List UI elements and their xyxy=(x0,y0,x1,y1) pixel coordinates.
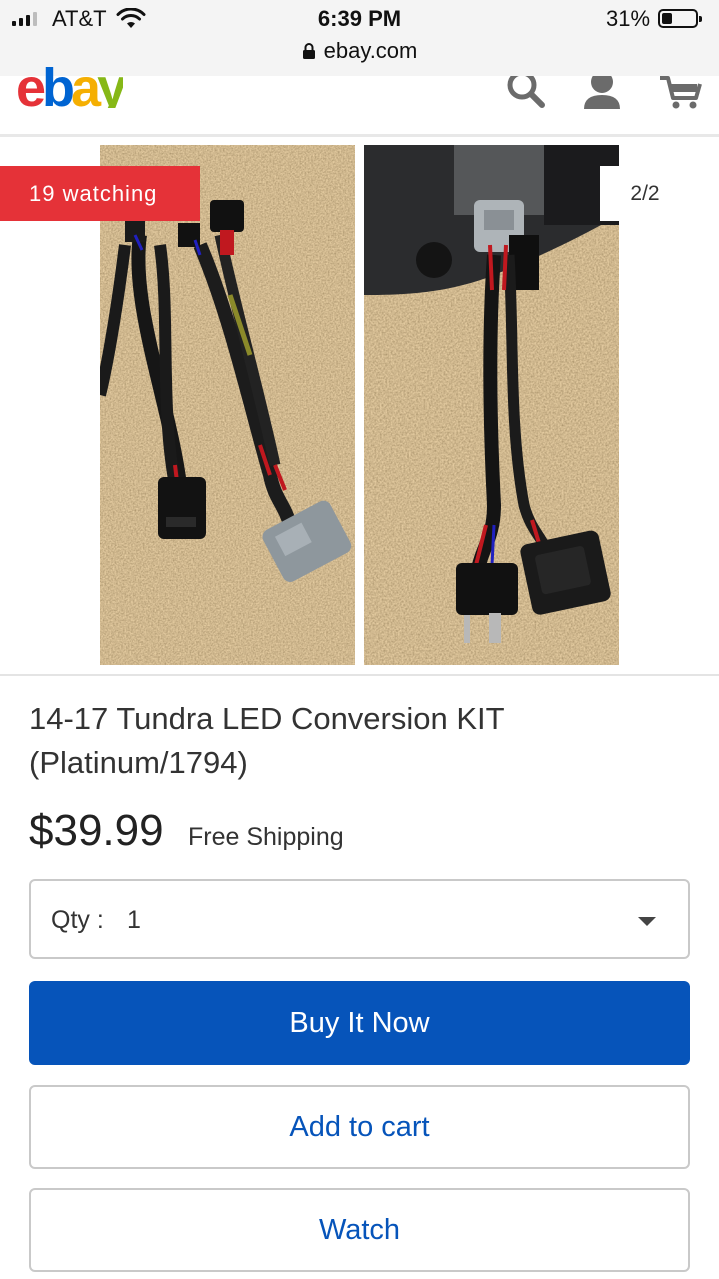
quantity-select[interactable]: Qty : 1 xyxy=(29,879,690,959)
watching-badge: 19 watching xyxy=(0,166,200,221)
quantity-label: Qty : xyxy=(51,906,104,934)
logo-letter-y: y xyxy=(97,60,124,108)
battery-level xyxy=(662,13,672,24)
wiring-harness-image xyxy=(100,145,355,665)
account-icon[interactable] xyxy=(580,76,624,110)
product-title: 14-17 Tundra LED Conversion KIT (Platinu… xyxy=(29,701,505,780)
product-photo-1[interactable] xyxy=(100,145,355,665)
product-photo-2[interactable] xyxy=(364,145,619,665)
chevron-down-icon xyxy=(638,917,656,926)
logo-letter-b: b xyxy=(42,60,75,108)
url-text: ebay.com xyxy=(323,38,418,63)
cart-icon[interactable] xyxy=(658,76,704,110)
add-to-cart-button[interactable]: Add to cart xyxy=(29,1085,690,1169)
watch-button[interactable]: Watch xyxy=(29,1188,690,1272)
logo-letter-e: e xyxy=(16,60,46,108)
installed-harness-image xyxy=(364,145,619,665)
lock-icon xyxy=(302,43,315,59)
logo-letter-a: a xyxy=(71,60,101,108)
search-icon[interactable] xyxy=(505,76,547,108)
image-gallery[interactable]: 19 watching 2/2 xyxy=(0,137,719,676)
product-price: $39.99 xyxy=(29,806,164,855)
quantity-value: 1 xyxy=(127,906,141,934)
battery-icon xyxy=(658,9,702,28)
buy-it-now-button[interactable]: Buy It Now xyxy=(29,981,690,1065)
site-header: ebay xyxy=(0,60,719,137)
image-counter: 2/2 xyxy=(600,166,690,221)
shipping-info: Free Shipping xyxy=(188,823,344,851)
ebay-logo[interactable]: ebay xyxy=(16,60,123,108)
battery-percent: 31% xyxy=(606,6,651,31)
